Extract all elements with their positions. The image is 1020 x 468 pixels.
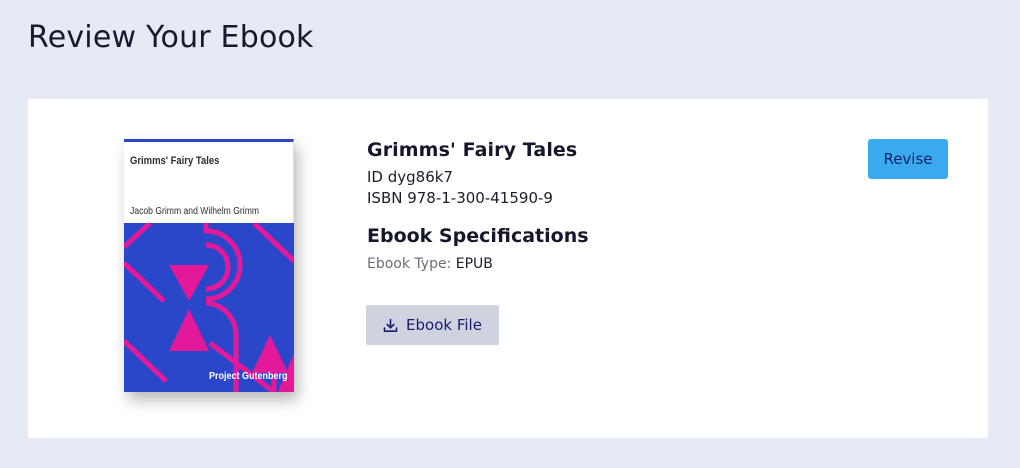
download-icon: [383, 318, 398, 332]
ebook-file-label: Ebook File: [406, 316, 482, 334]
ebook-review-card: Grimms' Fairy Tales Jacob Grimm and Wilh…: [28, 99, 988, 438]
ebook-type-label: Ebook Type:: [367, 256, 452, 272]
specifications-heading: Ebook Specifications: [367, 225, 589, 247]
ebook-file-button[interactable]: Ebook File: [366, 305, 499, 345]
cover-label-panel: Grimms' Fairy Tales Jacob Grimm and Wilh…: [124, 139, 294, 223]
ebook-type-value: EPUB: [455, 256, 493, 272]
book-id: ID dyg86k7: [367, 168, 453, 186]
page-title: Review Your Ebook: [28, 20, 314, 55]
book-title: Grimms' Fairy Tales: [367, 139, 578, 161]
cover-authors: Jacob Grimm and Wilhelm Grimm: [130, 206, 260, 217]
ebook-type-row: Ebook Type: EPUB: [367, 256, 589, 272]
book-cover: Grimms' Fairy Tales Jacob Grimm and Wilh…: [124, 139, 294, 392]
book-info: Grimms' Fairy Tales ID dyg86k7 ISBN 978-…: [367, 139, 589, 272]
cover-publisher: Project Gutenberg: [209, 371, 288, 382]
book-isbn: ISBN 978-1-300-41590-9: [367, 189, 553, 207]
cover-artwork: [124, 223, 294, 392]
cover-title: Grimms' Fairy Tales: [130, 155, 220, 167]
revise-button[interactable]: Revise: [868, 139, 948, 179]
